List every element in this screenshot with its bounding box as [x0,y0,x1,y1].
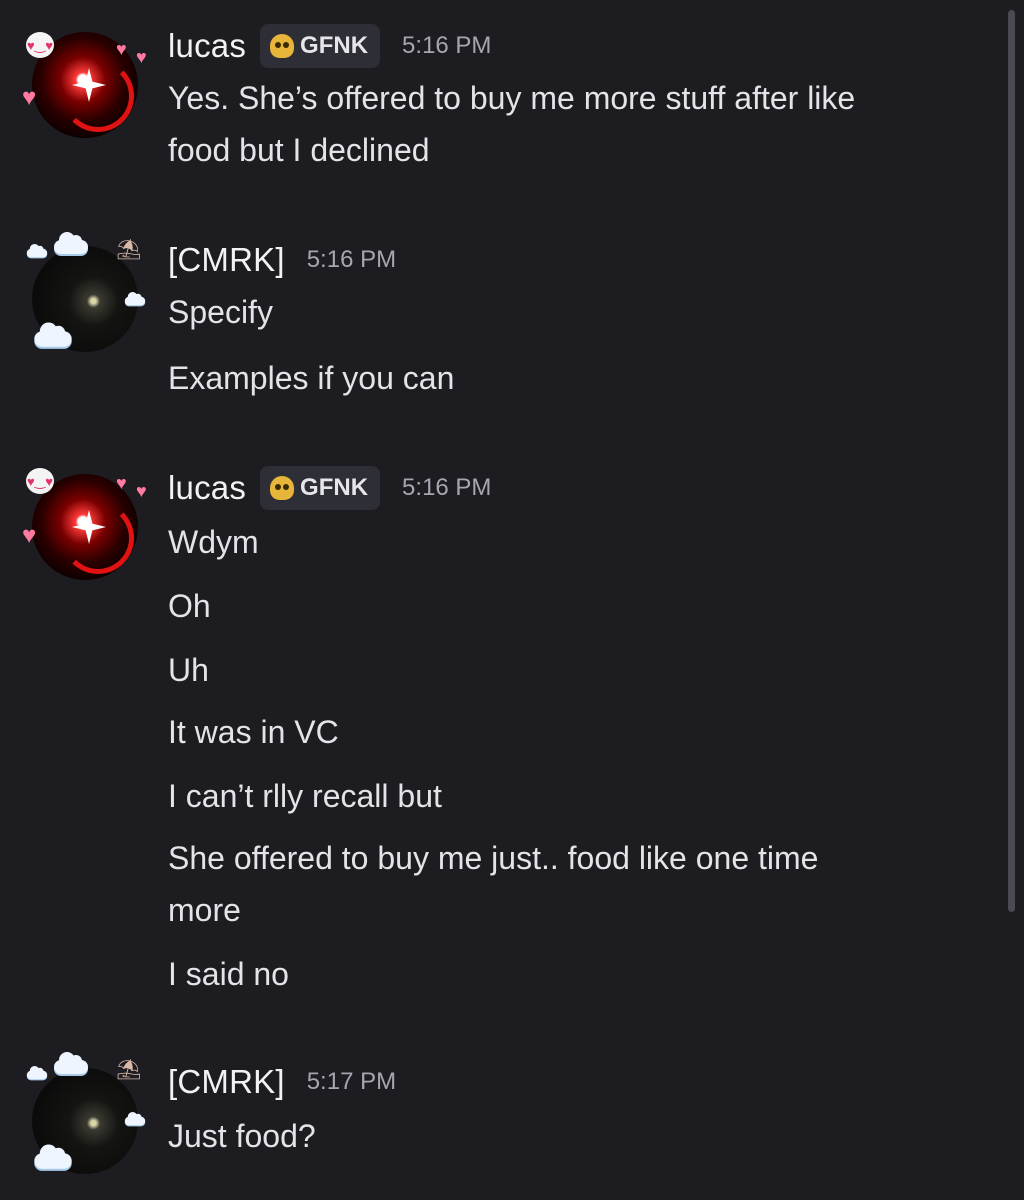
timestamp: 5:16 PM [402,32,492,59]
cloud-icon [54,232,88,254]
username[interactable]: lucas [168,27,246,65]
cloud-icon [34,1144,72,1169]
message-text: Oh [168,588,211,624]
heart-eyes-icon: ♥‿♥ [26,468,54,494]
cloud-icon [124,291,146,306]
message-text: food but I declined [168,132,430,168]
avatar[interactable]: ♥‿♥ ♥ ♥ ♥ [22,22,164,142]
message-header: lucas GFNK 5:16 PM [168,22,491,70]
cloud-icon [124,1112,146,1126]
username[interactable]: lucas [168,469,246,507]
message-text: Just food? [168,1118,316,1154]
guild-tag-label: GFNK [300,32,369,59]
message-text: I can’t rlly recall but [168,778,442,814]
paraglider-icon: ⛱ [116,1059,142,1081]
message-text: Specify [168,294,273,330]
cloud-icon [54,1052,88,1074]
message-text: It was in VC [168,714,339,750]
message-text: She offered to buy me just.. food like o… [168,840,819,876]
paraglider-icon: ⛱ [116,239,142,261]
message-header: [CMRK] 5:17 PM [168,1058,396,1106]
timestamp: 5:16 PM [306,246,397,273]
message-text: Examples if you can [168,360,455,396]
avatar[interactable]: ⛱ [24,232,164,356]
skull-icon [270,476,295,500]
scrollbar[interactable] [1008,10,1015,912]
message-text: I said no [168,956,289,992]
avatar[interactable]: ⛱ [24,1052,164,1178]
heart-icon: ♥ [116,473,127,493]
message-text: Wdym [168,524,259,560]
cloud-icon [26,1066,48,1080]
timestamp: 5:17 PM [306,1068,397,1095]
heart-eyes-icon: ♥‿♥ [26,32,54,58]
heart-icon: ♥ [136,481,147,501]
cloud-icon [34,322,72,347]
message-text: Uh [168,652,209,688]
guild-tag[interactable]: GFNK [260,24,381,68]
message-header: lucas GFNK 5:16 PM [168,464,491,512]
guild-tag[interactable]: GFNK [260,466,381,510]
cloud-icon [26,243,48,258]
timestamp: 5:16 PM [402,474,492,501]
avatar[interactable]: ♥‿♥ ♥ ♥ ♥ [22,464,164,584]
username[interactable]: [CMRK] [168,1063,285,1101]
message-text: Yes. She’s offered to buy me more stuff … [168,80,856,116]
heart-icon: ♥ [116,39,127,59]
heart-icon: ♥ [136,47,147,67]
skull-icon [270,34,295,58]
heart-icon: ♥ [22,84,37,111]
heart-icon: ♥ [22,522,37,549]
message-text: more [168,892,241,928]
guild-tag-label: GFNK [300,474,369,501]
username[interactable]: [CMRK] [168,241,285,279]
message-header: [CMRK] 5:16 PM [168,236,396,284]
